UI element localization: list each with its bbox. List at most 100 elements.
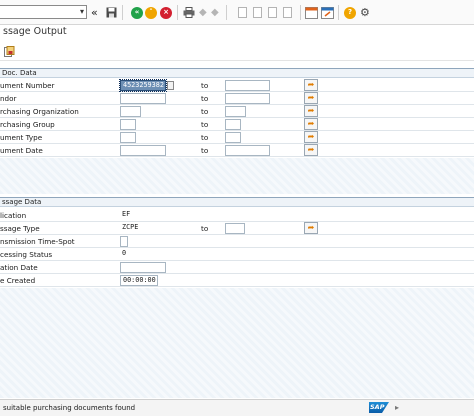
row-purchasing-organization: rchasing Organization to ➦: [0, 105, 474, 118]
field-label: ument Type: [0, 133, 43, 142]
multiple-selection-button[interactable]: ➦: [304, 144, 318, 156]
row-application: lication EF: [0, 209, 474, 222]
next-page-icon[interactable]: [268, 6, 277, 19]
toolbar-separator: [226, 5, 227, 20]
processing-status-input[interactable]: 0: [120, 249, 130, 260]
multiple-selection-button[interactable]: ➦: [304, 222, 318, 234]
arrow-right-icon: ➦: [307, 132, 315, 141]
row-vendor: ndor to ➦: [0, 92, 474, 105]
multiple-selection-button[interactable]: ➦: [304, 131, 318, 143]
row-processing-status: cessing Status 0: [0, 248, 474, 261]
section-title: ssage Data: [2, 198, 42, 206]
shortcut-icon[interactable]: [321, 6, 334, 19]
purch-org-to-input[interactable]: [225, 106, 246, 117]
creation-date-input[interactable]: [120, 262, 166, 273]
row-message-type: ssage Type ZCPE to ➦: [0, 222, 474, 235]
help-icon[interactable]: ?: [344, 6, 356, 19]
application-value[interactable]: EF: [120, 210, 140, 221]
vendor-from-input[interactable]: [120, 93, 166, 104]
row-document-type: ument Type to ➦: [0, 131, 474, 144]
save-icon[interactable]: [106, 6, 117, 19]
chevron-down-icon[interactable]: ▾: [80, 7, 84, 16]
to-label: to: [201, 146, 209, 155]
time-created-input[interactable]: 00:00:00: [120, 275, 158, 286]
section-title: Doc. Data: [2, 69, 37, 77]
row-purchasing-group: rchasing Group to ➦: [0, 118, 474, 131]
triangle-icon[interactable]: ▸: [395, 403, 399, 412]
field-label: lication: [0, 211, 27, 220]
field-label: e Created: [0, 276, 36, 285]
to-label: to: [201, 224, 209, 233]
command-field[interactable]: ▾: [0, 5, 87, 19]
arrow-right-icon: ➦: [307, 145, 315, 154]
multiple-selection-button[interactable]: ➦: [304, 79, 318, 91]
print-icon[interactable]: [183, 6, 195, 19]
section-doc-data: Doc. Data: [0, 68, 474, 78]
multiple-selection-button[interactable]: ➦: [304, 92, 318, 104]
empty-area: [0, 158, 474, 194]
previous-page-icon[interactable]: [253, 6, 262, 19]
doc-type-from-input[interactable]: [120, 132, 136, 143]
row-creation-date: ation Date: [0, 261, 474, 274]
message-type-to-input[interactable]: [225, 223, 245, 234]
toolbar-separator: [122, 5, 123, 20]
to-label: to: [201, 107, 209, 116]
find-next-icon[interactable]: ◆: [211, 6, 219, 19]
row-transmission-time: nsmission Time-Spot: [0, 235, 474, 248]
to-label: to: [201, 94, 209, 103]
doc-date-to-input[interactable]: [225, 145, 270, 156]
last-page-icon[interactable]: [283, 6, 292, 19]
sap-logo: SAP: [369, 402, 389, 413]
arrow-right-icon: ➦: [307, 93, 315, 102]
new-session-icon[interactable]: [305, 6, 318, 19]
field-label: ument Date: [0, 146, 43, 155]
application-toolbar: [0, 43, 474, 61]
execute-icon[interactable]: [4, 46, 15, 59]
exit-yellow-icon[interactable]: ˄: [145, 6, 157, 19]
field-label: cessing Status: [0, 250, 53, 259]
purch-group-to-input[interactable]: [225, 119, 241, 130]
multiple-selection-button[interactable]: ➦: [304, 118, 318, 130]
settings-icon[interactable]: ⚙: [360, 6, 370, 19]
doc-type-to-input[interactable]: [225, 132, 241, 143]
arrow-right-icon: ➦: [307, 80, 315, 89]
doc-date-from-input[interactable]: [120, 145, 166, 156]
field-label: ndor: [0, 94, 17, 103]
row-document-date: ument Date to ➦: [0, 144, 474, 157]
document-number-from-input[interactable]: 4523259382: [119, 79, 167, 92]
field-label: ssage Type: [0, 224, 40, 233]
status-bar: suitable purchasing documents found SAP …: [0, 399, 474, 416]
field-label: ation Date: [0, 263, 38, 272]
vendor-to-input[interactable]: [225, 93, 270, 104]
find-icon[interactable]: ◆: [199, 6, 207, 19]
toolbar-separator: [177, 5, 178, 20]
arrow-right-icon: ➦: [307, 119, 315, 128]
first-page-icon[interactable]: [238, 6, 247, 19]
row-document-number: ument Number 4523259382 to ➦: [0, 79, 474, 92]
search-help-icon[interactable]: [167, 81, 174, 90]
status-message[interactable]: suitable purchasing documents found: [3, 404, 135, 412]
arrow-right-icon: ➦: [307, 106, 315, 115]
to-label: to: [201, 120, 209, 129]
field-label: nsmission Time-Spot: [0, 237, 75, 246]
back-green-icon[interactable]: «: [131, 6, 143, 19]
empty-area: [0, 288, 474, 398]
page-title: ssage Output: [3, 26, 67, 37]
multiple-selection-button[interactable]: ➦: [304, 105, 318, 117]
field-label: ument Number: [0, 81, 55, 90]
section-message-data: ssage Data: [0, 197, 474, 207]
to-label: to: [201, 133, 209, 142]
message-type-from-input[interactable]: ZCPE: [120, 223, 150, 234]
field-label: rchasing Organization: [0, 107, 79, 116]
cancel-red-icon[interactable]: ×: [160, 6, 172, 19]
purch-org-from-input[interactable]: [120, 106, 141, 117]
field-label: rchasing Group: [0, 120, 55, 129]
purch-group-from-input[interactable]: [120, 119, 136, 130]
toolbar-separator: [338, 5, 339, 20]
double-chevron-left-icon[interactable]: «: [91, 6, 98, 19]
row-time-created: e Created 00:00:00: [0, 274, 474, 287]
arrow-right-icon: ➦: [307, 223, 315, 232]
transmission-time-input[interactable]: [120, 236, 128, 247]
document-number-to-input[interactable]: [225, 80, 270, 91]
to-label: to: [201, 81, 209, 90]
